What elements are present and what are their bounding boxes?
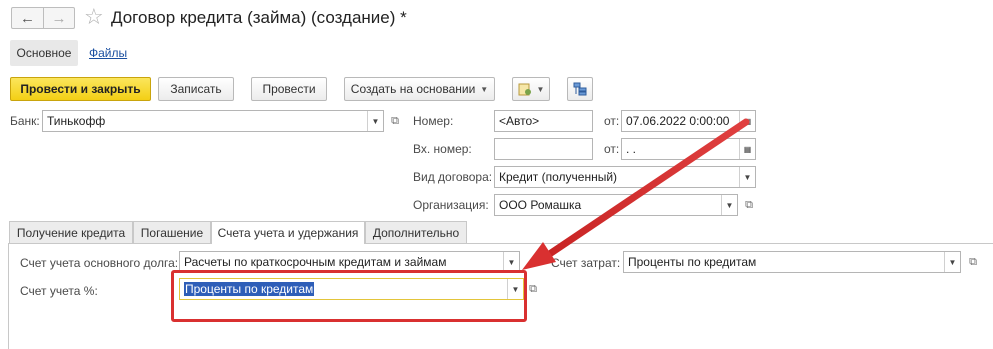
arrow-head (522, 242, 556, 270)
annotation-arrow (522, 118, 750, 270)
arrow-line (544, 118, 750, 259)
